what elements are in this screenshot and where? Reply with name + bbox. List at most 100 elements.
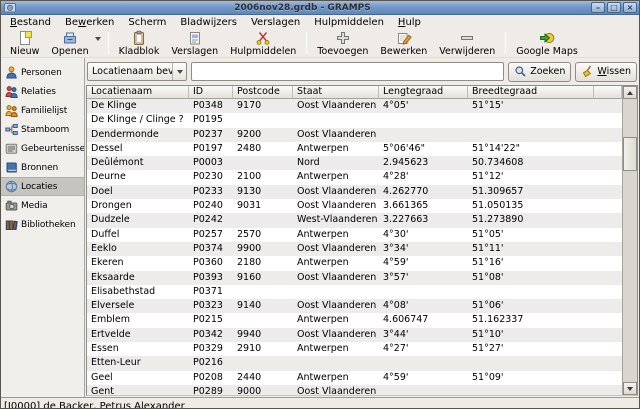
sidebar-item-stamboom[interactable]: Stamboom (1, 120, 84, 139)
table-row[interactable]: GeelP02082440Antwerpen4°59'51°09' (87, 371, 622, 385)
cell-locatienaam: Dendermonde (87, 128, 189, 142)
cell-locatienaam: Dudzele (87, 213, 189, 227)
cell-staat: Antwerpen (293, 170, 379, 184)
cell-breedtegraad (468, 385, 594, 395)
column-header-id[interactable]: ID (189, 86, 233, 99)
table-row[interactable]: EmblemP0215Antwerpen4.60674751.162337 (87, 313, 622, 327)
content: Locatienaam bevat Zoeken Wissen (85, 58, 639, 397)
cell-postcode: 9000 (233, 385, 293, 395)
cell-locatienaam: Elisabethstad (87, 285, 189, 299)
column-header-locatienaam[interactable]: Locatienaam (87, 86, 189, 99)
cell-id: P0242 (189, 213, 233, 227)
toolbar-button-bewerken[interactable]: Bewerken (374, 30, 433, 56)
cell-breedtegraad (468, 128, 594, 142)
toolbar-button-verslagen[interactable]: Verslagen (165, 30, 224, 56)
cell-breedtegraad: 51°10' (468, 328, 594, 342)
toolbar-button-nieuw[interactable]: Nieuw (4, 30, 45, 56)
table-row[interactable]: DudzeleP0242West-Vlaanderen3.22766351.27… (87, 213, 622, 227)
menu-hulpmiddelen[interactable]: Hulpmiddelen (307, 16, 391, 29)
toolbar-button-verwijderen[interactable]: Verwijderen (433, 30, 501, 56)
toolbar-dropdown-openen[interactable] (95, 30, 104, 56)
sidebar-item-locaties[interactable]: Locaties (1, 177, 84, 196)
table-row[interactable]: DendermondeP02379200Oost Vlaanderen (87, 128, 622, 142)
column-header-postcode[interactable]: Postcode (233, 86, 293, 99)
filter-field-select[interactable]: Locatienaam bevat (87, 62, 187, 81)
table-row[interactable]: DeûlémontP0003Nord2.94562350.734608 (87, 156, 622, 170)
table-row[interactable]: DeurneP02302100Antwerpen4°28'51°12' (87, 170, 622, 184)
toolbar-button-kladblok[interactable]: Kladblok (113, 30, 166, 56)
toolbar-button-google-maps[interactable]: Google Maps (510, 30, 584, 56)
table-row[interactable]: EekloP03749900Oost Vlaanderen3°34'51°11' (87, 242, 622, 256)
cell-id: P0329 (189, 342, 233, 356)
cell-lengtegraad: 3°34' (379, 242, 468, 256)
table-row[interactable]: EssenP03292910Antwerpen4°27'51°27' (87, 342, 622, 356)
scrollbar-thumb[interactable] (623, 137, 637, 171)
table-row[interactable]: ElisabethstadP0371 (87, 285, 622, 299)
minimize-button[interactable]: – (591, 2, 605, 13)
table-row[interactable]: ElverseleP03239140Oost Vlaanderen4°08'51… (87, 299, 622, 313)
table-row[interactable]: GentP02899000Oost Vlaanderen (87, 385, 622, 395)
maximize-button[interactable]: □ (607, 2, 621, 13)
cell-breedtegraad (468, 285, 594, 299)
cell-staat: Oost Vlaanderen (293, 385, 379, 395)
cell-postcode: 2480 (233, 142, 293, 156)
sidebar-item-gebeurtenissen[interactable]: Gebeurtenissen (1, 139, 84, 158)
cell-staat: Antwerpen (293, 371, 379, 385)
search-input[interactable] (191, 62, 504, 81)
sidebar-item-personen[interactable]: Personen (1, 63, 84, 82)
tools-icon (255, 30, 271, 46)
table-row[interactable]: DrongenP02409031Oost Vlaanderen3.6613655… (87, 199, 622, 213)
cell-lengtegraad (379, 385, 468, 395)
titlebar[interactable]: 2006nov28.grdb - GRAMPS – □ × (1, 1, 639, 15)
scroll-up-button[interactable] (623, 86, 637, 99)
table-row[interactable]: DesselP01972480Antwerpen5°06'46"51°14'22… (87, 142, 622, 156)
column-header-lengtegraad[interactable]: Lengtegraad (379, 86, 468, 99)
scroll-down-button[interactable] (623, 382, 637, 395)
cell-lengtegraad: 3.661365 (379, 199, 468, 213)
table-row[interactable]: EkerenP03602180Antwerpen4°59'51°16' (87, 256, 622, 270)
open-icon (62, 30, 78, 46)
close-button[interactable]: × (623, 2, 637, 13)
menu-bewerken[interactable]: Bewerken (58, 16, 121, 29)
menu-verslagen[interactable]: Verslagen (244, 16, 307, 29)
sidebar-item-label: Gebeurtenissen (21, 144, 85, 154)
gramps-app-icon (4, 2, 16, 13)
cell-breedtegraad: 51°06' (468, 299, 594, 313)
cell-id: P0208 (189, 371, 233, 385)
table-row[interactable]: EksaardeP03939160Oost Vlaanderen3°57'51°… (87, 271, 622, 285)
cell-id: P0233 (189, 185, 233, 199)
column-header-staat[interactable]: Staat (293, 86, 379, 99)
sidebar-item-relaties[interactable]: Relaties (1, 82, 84, 101)
cell-lengtegraad: 5°06'46" (379, 142, 468, 156)
toolbar-button-openen[interactable]: Openen (45, 30, 94, 56)
column-header-breedtegraad[interactable]: Breedtegraad (468, 86, 594, 99)
sidebar-item-bronnen[interactable]: Bronnen (1, 158, 84, 177)
sidebar-item-media[interactable]: Media (1, 196, 84, 215)
sidebar-item-familielijst[interactable]: Familielijst (1, 101, 84, 120)
cell-postcode: 9160 (233, 271, 293, 285)
table-row[interactable]: De KlingeP03489170Oost Vlaanderen4°05'51… (87, 99, 622, 113)
clear-button[interactable]: Wissen (575, 62, 637, 82)
cell-id: P0216 (189, 356, 233, 370)
table-row[interactable]: ErtveldeP03429940Oost Vlaanderen3°44'51°… (87, 328, 622, 342)
vertical-scrollbar[interactable] (622, 86, 637, 395)
sidebar-item-label: Locaties (21, 182, 57, 192)
cell-lengtegraad: 3.227663 (379, 213, 468, 227)
combo-dropdown-button[interactable] (172, 63, 186, 80)
cell-locatienaam: Duffel (87, 228, 189, 242)
toolbar-button-toevoegen[interactable]: Toevoegen (311, 30, 374, 56)
search-button[interactable]: Zoeken (508, 62, 571, 82)
menu-scherm[interactable]: Scherm (121, 16, 173, 29)
filter-field-value: Locatienaam bevat (88, 66, 172, 77)
menu-bladwijzers[interactable]: Bladwijzers (173, 16, 244, 29)
menu-hulp[interactable]: Hulp (391, 16, 428, 29)
table-row[interactable]: De Klinge / Clinge ?P0195 (87, 113, 622, 127)
scrollbar-track[interactable] (623, 99, 637, 382)
cell-staat: Oost Vlaanderen (293, 299, 379, 313)
sidebar-item-bibliotheken[interactable]: Bibliotheken (1, 215, 84, 234)
table-row[interactable]: Etten-LeurP0216 (87, 356, 622, 370)
table-row[interactable]: DoelP02339130Oost Vlaanderen4.26277051.3… (87, 185, 622, 199)
table-row[interactable]: DuffelP02572570Antwerpen4°30'51°05' (87, 228, 622, 242)
menu-bestand[interactable]: Bestand (3, 16, 58, 29)
toolbar-button-hulpmiddelen[interactable]: Hulpmiddelen (224, 30, 302, 56)
